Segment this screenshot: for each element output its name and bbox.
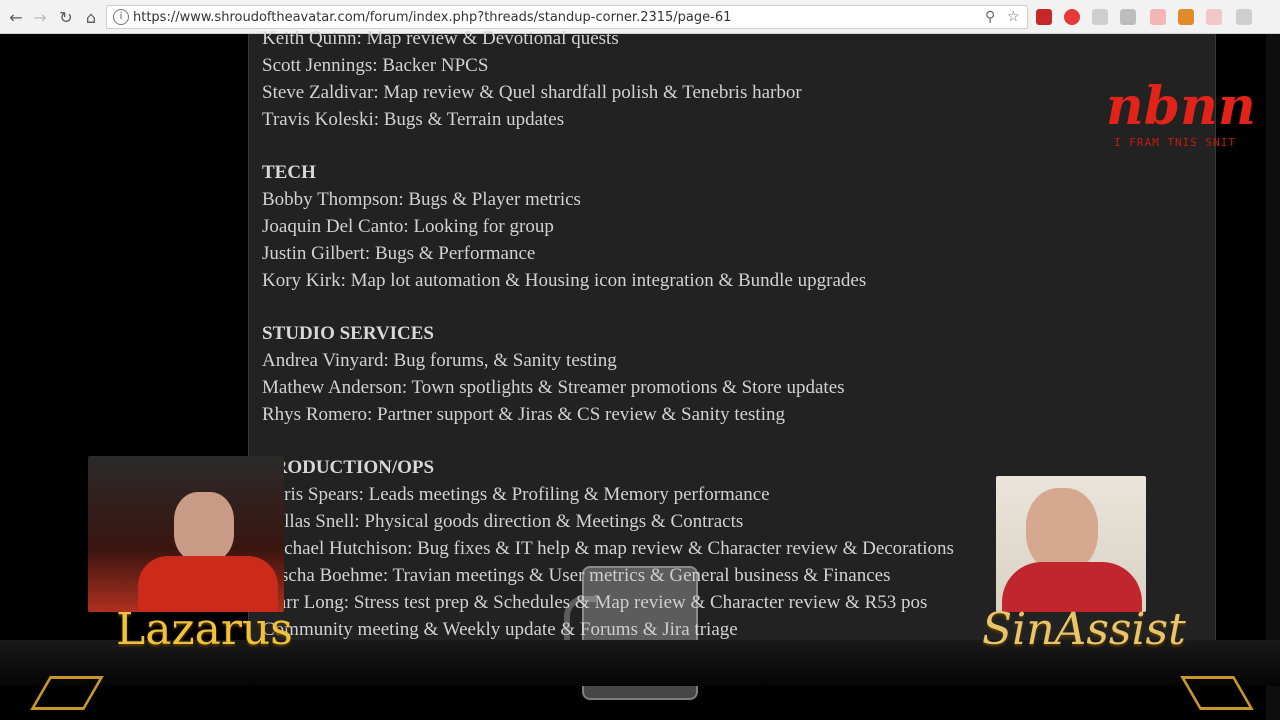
address-bar[interactable]: i https://www.shroudoftheavatar.com/foru… bbox=[106, 5, 1028, 29]
post-line: Michael Hutchison: Bug fixes & IT help &… bbox=[262, 538, 954, 559]
bookmark-star-icon[interactable]: ☆ bbox=[1007, 9, 1020, 25]
arrow-right-icon: → bbox=[33, 7, 47, 27]
extension-icon[interactable] bbox=[1150, 9, 1166, 25]
section-header-production-ops: PRODUCTION/OPS bbox=[262, 457, 435, 478]
extension-icon[interactable] bbox=[1178, 9, 1194, 25]
post-line: Bobby Thompson: Bugs & Player metrics bbox=[262, 189, 581, 210]
post-line: Travis Koleski: Bugs & Terrain updates bbox=[262, 109, 565, 130]
extension-icon[interactable] bbox=[1092, 9, 1108, 25]
post-line: Sascha Boehme: Travian meetings & User m… bbox=[262, 565, 891, 586]
post-line: Justin Gilbert: Bugs & Performance bbox=[262, 243, 536, 264]
post-line: Chris Spears: Leads meetings & Profiling… bbox=[262, 484, 770, 505]
channel-logo-subtext: I FRAM TNIS SNIT bbox=[1114, 136, 1236, 149]
forward-button[interactable]: → bbox=[29, 6, 51, 28]
extension-icon[interactable] bbox=[1206, 9, 1222, 25]
streamer-face bbox=[1026, 488, 1098, 572]
webcam-right bbox=[996, 476, 1146, 612]
post-line: Rhys Romero: Partner support & Jiras & C… bbox=[262, 404, 785, 425]
streamer-face bbox=[174, 492, 234, 562]
home-button[interactable]: ⌂ bbox=[80, 6, 102, 28]
webcam-left bbox=[88, 456, 284, 612]
arrow-left-icon: ← bbox=[9, 7, 23, 27]
extension-icon[interactable] bbox=[1236, 9, 1252, 25]
home-icon: ⌂ bbox=[85, 7, 97, 27]
browser-toolbar: ← → ↻ ⌂ i https://www.shroudoftheavatar.… bbox=[0, 0, 1280, 34]
reload-icon: ↻ bbox=[59, 7, 73, 27]
channel-logo: nbnn bbox=[1106, 76, 1256, 137]
scrollbar[interactable] bbox=[1266, 34, 1280, 720]
adblock-extension-icon[interactable] bbox=[1064, 9, 1080, 25]
post-line: Dallas Snell: Physical goods direction &… bbox=[262, 511, 744, 532]
section-header-tech: TECH bbox=[262, 162, 316, 183]
post-line: Andrea Vinyard: Bug forums, & Sanity tes… bbox=[262, 350, 617, 371]
url-text: https://www.shroudoftheavatar.com/forum/… bbox=[133, 10, 732, 25]
post-line: Mathew Anderson: Town spotlights & Strea… bbox=[262, 377, 845, 398]
post-line: Scott Jennings: Backer NPCS bbox=[262, 55, 489, 76]
back-button[interactable]: ← bbox=[5, 6, 27, 28]
extension-s-icon[interactable] bbox=[1120, 9, 1136, 25]
post-line: Kory Kirk: Map lot automation & Housing … bbox=[262, 270, 867, 291]
zoom-icon[interactable]: ⚲ bbox=[985, 9, 995, 25]
pdf-extension-icon[interactable] bbox=[1036, 9, 1052, 25]
left-streamer-name: Lazarus bbox=[116, 604, 293, 655]
post-line: Keith Quinn: Map review & Devotional que… bbox=[262, 28, 619, 49]
section-header-studio-services: STUDIO SERVICES bbox=[262, 323, 434, 344]
reload-button[interactable]: ↻ bbox=[55, 6, 77, 28]
post-line: Steve Zaldivar: Map review & Quel shardf… bbox=[262, 82, 802, 103]
right-streamer-name: SinAssist bbox=[982, 604, 1186, 655]
info-icon[interactable]: i bbox=[113, 9, 129, 25]
post-line: Joaquin Del Canto: Looking for group bbox=[262, 216, 554, 237]
